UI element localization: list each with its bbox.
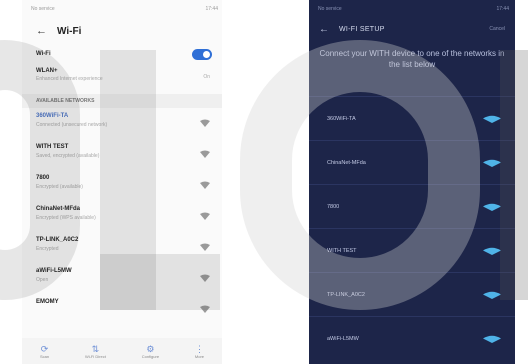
network-row[interactable]: 360WiFi-TA Connected (unsecured network)	[22, 108, 222, 139]
wifi-signal-icon	[483, 335, 501, 343]
network-name: aWiFi-L5MW	[327, 335, 359, 342]
network-name: aWiFi-L5MW	[36, 268, 72, 274]
status-time: 17:44	[205, 6, 218, 12]
settings-icon: ⚙	[146, 343, 155, 354]
network-row[interactable]: TP-LINK_A0C2	[309, 272, 515, 316]
wifi-signal-icon	[483, 247, 501, 255]
wifi-signal-icon	[200, 181, 210, 189]
network-name: ChinaNet-MFda	[327, 159, 366, 166]
wifi-toggle-label: Wi-Fi	[36, 51, 51, 57]
wlan-plus-value: On	[203, 74, 210, 80]
network-name: 7800	[36, 175, 50, 181]
network-name: WITH TEST	[327, 247, 357, 254]
network-row[interactable]: 360WiFi-TA	[309, 96, 515, 140]
wifi-signal-icon	[483, 115, 501, 123]
wifi-signal-icon	[200, 274, 210, 282]
nav-button-label: Scan	[39, 353, 50, 359]
network-row[interactable]: 7800 Encrypted (available)	[22, 170, 222, 201]
wifi-signal-icon	[200, 212, 210, 220]
network-row[interactable]: ChinaNet-MFda	[309, 140, 515, 184]
network-name: ChinaNet-MFda	[36, 206, 80, 212]
status-carrier: No service	[318, 6, 342, 12]
available-networks-header: AVAILABLE NETWORKS	[22, 94, 222, 108]
wifi-direct-icon: ⇅	[91, 343, 100, 354]
wlan-plus-label: WLAN+	[36, 68, 58, 74]
back-arrow-icon[interactable]: ←	[36, 25, 47, 37]
network-row[interactable]: aWiFi-L5MW Open	[22, 263, 222, 294]
wlan-plus-description: Enhanced Internet experience	[36, 76, 103, 82]
wifi-header: ← Wi-Fi	[22, 18, 222, 44]
nav-button-more[interactable]: ⋮ More	[195, 344, 204, 359]
network-status: Open	[36, 277, 49, 283]
network-name: TP-LINK_A0C2	[36, 237, 79, 243]
wlan-plus-row[interactable]: WLAN+ Enhanced Internet experience On	[22, 64, 222, 90]
wifi-signal-icon	[483, 159, 501, 167]
network-status: Encrypted	[36, 246, 59, 252]
nav-button-configure[interactable]: ⚙ Configure	[142, 344, 159, 359]
wifi-signal-icon	[483, 291, 501, 299]
status-time: 17:44	[496, 6, 509, 12]
network-name: 360WiFi-TA	[36, 113, 69, 119]
status-bar: No service 17:44	[22, 0, 222, 18]
setup-header: ← WI-FI SETUP Cancel	[309, 18, 515, 40]
nav-button-label: Configure	[141, 353, 160, 359]
refresh-icon: ⟳	[40, 343, 49, 354]
wifi-toggle-row[interactable]: Wi-Fi	[22, 44, 222, 64]
back-arrow-icon[interactable]: ←	[319, 24, 329, 35]
wifi-signal-icon	[200, 243, 210, 251]
wifi-signal-icon	[483, 203, 501, 211]
network-status: Saved, encrypted (available)	[36, 153, 100, 159]
wifi-toggle-switch[interactable]	[192, 48, 212, 60]
network-list: 360WiFi-TA ChinaNet-MFda 7800 WITH TEST TP-L…	[309, 96, 515, 360]
network-row[interactable]: 7800	[309, 184, 515, 228]
screenshot-canvas: No service 17:44 ← Wi-Fi Wi-Fi WLAN+ Enh…	[0, 0, 528, 364]
network-row[interactable]: TP-LINK_A0C2 Encrypted	[22, 232, 222, 263]
wifi-signal-icon	[200, 150, 210, 158]
status-carrier: No service	[31, 6, 55, 12]
network-list: 360WiFi-TA Connected (unsecured network) W…	[22, 108, 222, 325]
wifi-signal-icon	[200, 305, 210, 313]
network-name: WITH TEST	[36, 144, 69, 150]
network-name: TP-LINK_A0C2	[327, 291, 365, 298]
status-bar: No service 17:44	[309, 0, 515, 18]
page-title: WI-FI SETUP	[339, 25, 385, 33]
nav-button-wi-fi-direct[interactable]: ⇅ Wi-Fi Direct	[85, 344, 106, 359]
network-name: 7800	[327, 203, 340, 210]
network-row[interactable]: aWiFi-L5MW	[309, 316, 515, 360]
network-row[interactable]: WITH TEST Saved, encrypted (available)	[22, 139, 222, 170]
android-wifi-settings-screen: No service 17:44 ← Wi-Fi Wi-Fi WLAN+ Enh…	[22, 0, 222, 364]
network-row[interactable]: EMOMY	[22, 294, 222, 325]
bottom-action-bar: ⟳ Scan ⇅ Wi-Fi Direct ⚙ Configure ⋮ More	[22, 338, 222, 364]
network-status: Encrypted (available)	[36, 184, 83, 190]
wifi-signal-icon	[200, 119, 210, 127]
page-title: Wi-Fi	[57, 25, 82, 37]
nav-button-label: More	[194, 353, 205, 359]
cancel-button[interactable]: Cancel	[489, 26, 505, 32]
nav-button-scan[interactable]: ⟳ Scan	[40, 344, 49, 359]
network-status: Connected (unsecured network)	[36, 122, 108, 128]
network-row[interactable]: ChinaNet-MFda Encrypted (WPS available)	[22, 201, 222, 232]
network-row[interactable]: WITH TEST	[309, 228, 515, 272]
network-status: Encrypted (WPS available)	[36, 215, 96, 221]
wifi-setup-screen: No service 17:44 ← WI-FI SETUP Cancel Co…	[309, 0, 515, 364]
setup-instructions: Connect your WITH device to one of the n…	[319, 49, 505, 69]
network-name: EMOMY	[36, 299, 59, 305]
more-icon: ⋮	[194, 343, 204, 354]
network-name: 360WiFi-TA	[327, 115, 356, 122]
nav-button-label: Wi-Fi Direct	[84, 353, 106, 359]
